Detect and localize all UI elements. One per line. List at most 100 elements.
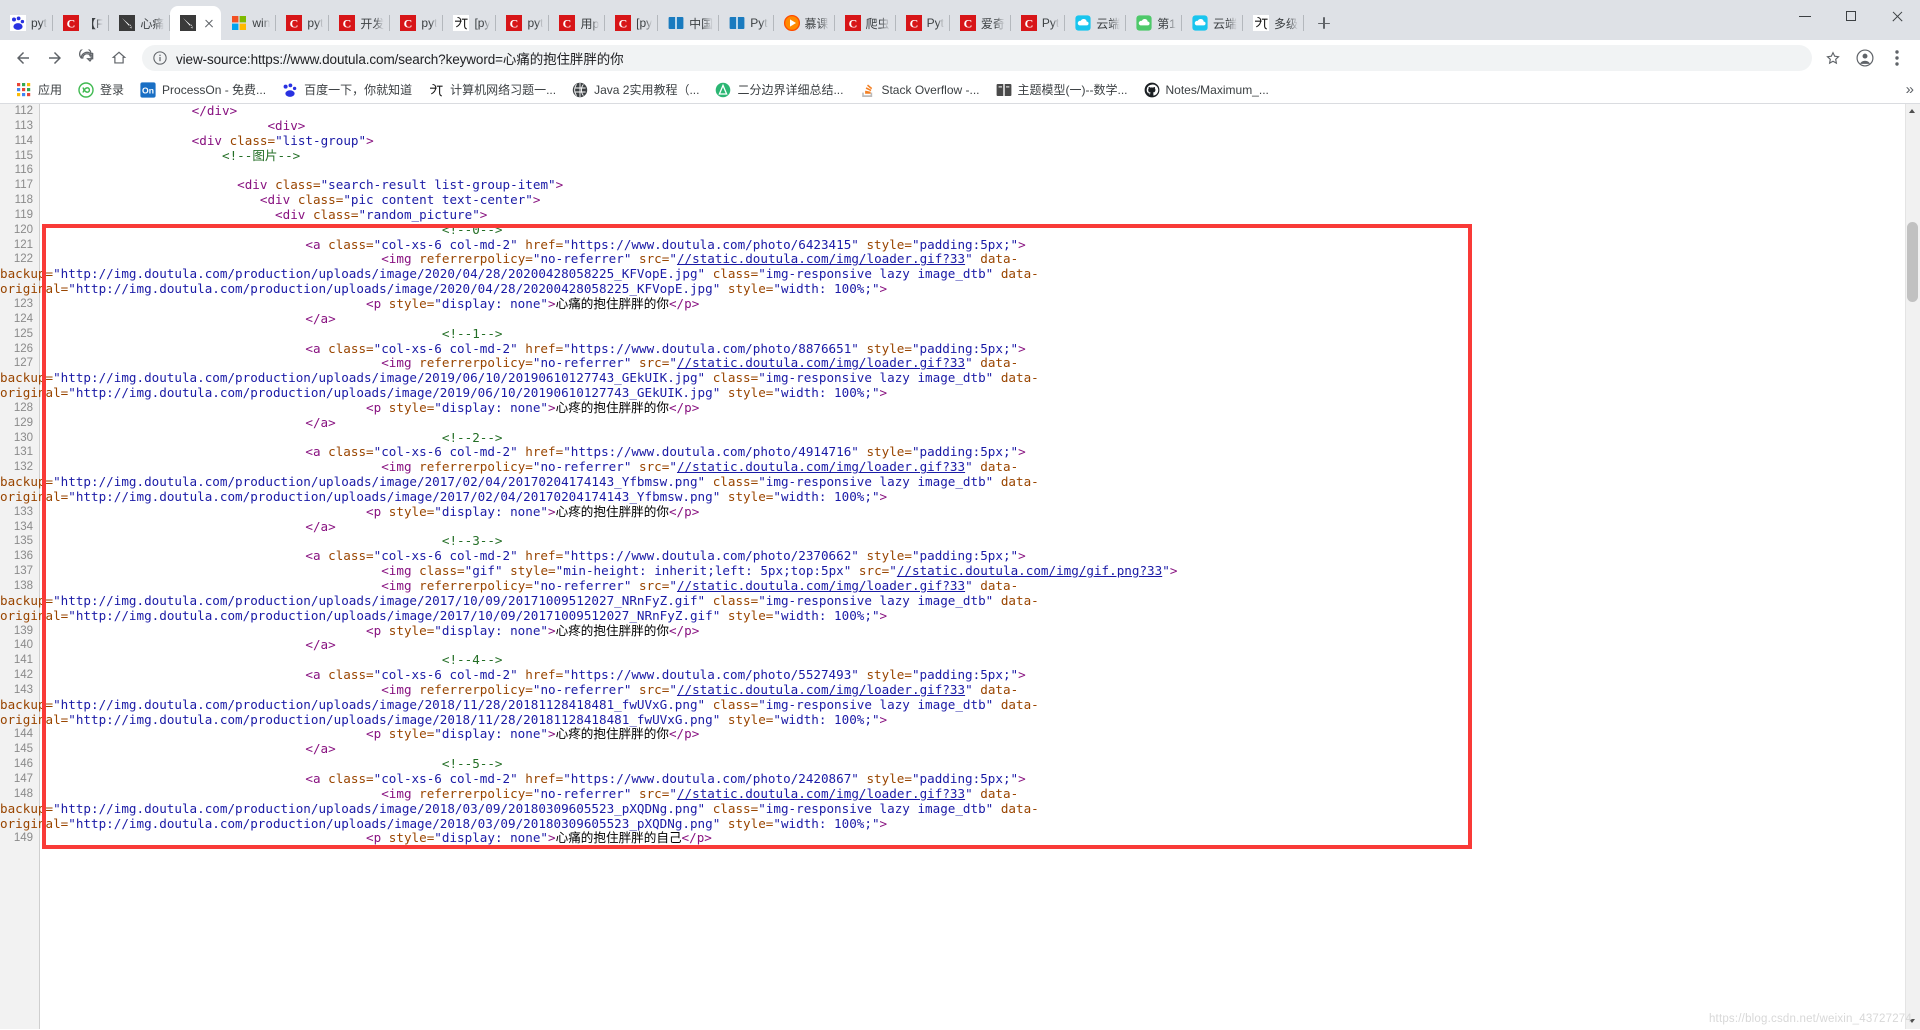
- browser-tab[interactable]: C 【F: [53, 6, 110, 40]
- source-link[interactable]: //static.doutula.com/img/gif.png?33: [897, 563, 1162, 578]
- github-icon: [1144, 82, 1160, 98]
- bookmark-label: Java 2实用教程（...: [594, 83, 700, 97]
- browser-tab[interactable]: 云端: [1065, 6, 1127, 40]
- url-text[interactable]: view-source:https://www.doutula.com/sear…: [176, 48, 624, 68]
- source-line-wrapped: backup="http://img.doutula.com/productio…: [0, 474, 1920, 490]
- source-token: "http://img.doutula.com/production/uploa…: [68, 607, 721, 623]
- close-tab-icon[interactable]: [201, 15, 217, 31]
- reload-button[interactable]: [72, 43, 102, 73]
- info-circle-icon[interactable]: [152, 50, 168, 66]
- bookmark-item[interactable]: Notes/Maximum_...: [1136, 79, 1277, 101]
- bookmarks-overflow-button[interactable]: »: [1906, 81, 1914, 98]
- source-token: [40, 355, 381, 370]
- forward-button[interactable]: [40, 43, 70, 73]
- source-link[interactable]: //static.doutula.com/img/loader.gif?33: [677, 786, 965, 801]
- avatar-icon: [1856, 49, 1874, 67]
- source-line: 143 <img referrerpolicy="no-referrer" sr…: [0, 682, 1920, 698]
- bookmark-item[interactable]: Stack Overflow -...: [851, 79, 987, 101]
- bookmark-item[interactable]: 计算机网络习题一...: [420, 78, 564, 101]
- source-token: <div: [259, 192, 298, 208]
- tab-title: 用p: [580, 16, 600, 31]
- source-token: "list-group": [275, 132, 367, 148]
- source-token: style=: [858, 770, 912, 786]
- source-link[interactable]: //static.doutula.com/img/loader.gif?33: [677, 251, 965, 267]
- browser-tab-active[interactable]: [170, 6, 222, 40]
- source-token: [40, 682, 381, 697]
- browser-tab[interactable]: C 开发: [329, 6, 391, 40]
- browser-tab[interactable]: 云端: [1182, 6, 1243, 40]
- bookmark-label: 百度一下，你就知道: [304, 83, 413, 97]
- browser-tab[interactable]: C [py: [605, 6, 659, 40]
- browser-tab[interactable]: C 用p: [549, 6, 606, 40]
- source-token: "http://img.doutula.com/production/uploa…: [68, 488, 721, 504]
- browser-tab[interactable]: 第1: [1126, 6, 1182, 40]
- bookmark-item[interactable]: 主题模型(一)--数学...: [988, 78, 1136, 101]
- minimize-window-button[interactable]: [1782, 0, 1828, 32]
- source-line-text: <!--1-->: [40, 326, 1920, 342]
- browser-tab[interactable]: win: [221, 6, 277, 40]
- bookmark-item[interactable]: 二分边界详细总结...: [707, 78, 851, 101]
- browser-tab[interactable]: 多级: [1243, 6, 1304, 40]
- browser-tab[interactable]: 慕课: [774, 6, 835, 40]
- new-tab-button[interactable]: [1310, 9, 1338, 37]
- browser-tab[interactable]: C 爱奇: [950, 6, 1011, 40]
- source-line-text: backup="http://img.doutula.com/productio…: [0, 697, 1920, 713]
- source-token: style=: [720, 815, 774, 831]
- browser-tab[interactable]: Cpyt: [496, 6, 550, 40]
- back-button[interactable]: [8, 43, 38, 73]
- tab-title: 云端: [1096, 16, 1121, 31]
- bookmark-star-button[interactable]: [1818, 43, 1848, 73]
- source-token: "col-xs-6 col-md-2": [373, 444, 518, 460]
- source-token: "col-xs-6 col-md-2": [373, 667, 518, 683]
- source-token: [40, 415, 305, 430]
- browser-tab[interactable]: C Pyt: [1011, 6, 1066, 40]
- browser-tab[interactable]: [py: [443, 6, 497, 40]
- browser-tab[interactable]: Cpyt: [390, 6, 444, 40]
- source-line-text: <!--5-->: [40, 756, 1920, 772]
- bookmark-item[interactable]: Java 2实用教程（...: [564, 78, 707, 101]
- source-code[interactable]: 112 </div> 113 <div> 114 <div class="list-…: [0, 104, 1920, 1029]
- source-link[interactable]: //static.doutula.com/img/loader.gif?33: [677, 578, 965, 593]
- browser-tab[interactable]: Pyt: [719, 6, 774, 40]
- chrome-menu-button[interactable]: [1882, 43, 1912, 73]
- browser-tab[interactable]: C 爬虫: [835, 6, 896, 40]
- source-line-text: </div>: [40, 104, 1920, 119]
- maximize-window-button[interactable]: [1828, 0, 1874, 32]
- home-button[interactable]: [104, 43, 134, 73]
- source-line-text: <a class="col-xs-6 col-md-2" href="https…: [40, 667, 1920, 683]
- green-circle-icon: [716, 82, 731, 97]
- source-link[interactable]: //static.doutula.com/img/loader.gif?33: [677, 682, 965, 697]
- bookmark-item[interactable]: 应用: [8, 78, 70, 101]
- source-line-text: backup="http://img.doutula.com/productio…: [0, 474, 1920, 490]
- bookmark-label: 应用: [38, 83, 63, 97]
- source-token: >: [548, 295, 556, 311]
- bookmark-item[interactable]: 百度一下，你就知道: [274, 78, 420, 101]
- close-window-button[interactable]: [1874, 0, 1920, 32]
- address-bar[interactable]: view-source:https://www.doutula.com/sear…: [142, 45, 1812, 71]
- bookmark-item[interactable]: 登录: [70, 78, 132, 101]
- profile-button[interactable]: [1850, 43, 1880, 73]
- source-link[interactable]: //static.doutula.com/img/loader.gif?33: [677, 459, 965, 474]
- browser-tab[interactable]: Cpyt: [276, 6, 330, 40]
- source-token: href=: [517, 236, 564, 252]
- browser-tab[interactable]: 心痛: [109, 6, 171, 40]
- bookmark-item[interactable]: On ProcessOn - 免费...: [132, 78, 274, 101]
- source-link[interactable]: //static.doutula.com/img/loader.gif?33: [677, 355, 965, 370]
- scrollbar-thumb[interactable]: [1907, 222, 1918, 302]
- line-number: 137: [13, 565, 33, 578]
- browser-tab[interactable]: pyt: [0, 6, 54, 40]
- source-token: 心痛的抱住胖胖的自己: [555, 830, 682, 846]
- vertical-scrollbar[interactable]: [1905, 104, 1920, 1029]
- source-token: src=: [631, 578, 670, 593]
- csdn-favicon: C: [506, 15, 523, 31]
- scroll-up-button[interactable]: [1905, 104, 1920, 119]
- browser-tab[interactable]: C Pyt: [896, 6, 950, 40]
- source-token: >: [1018, 340, 1026, 356]
- source-line: 115 <!--图片-->: [0, 148, 1920, 164]
- source-token: class=: [229, 132, 276, 148]
- source-line: 142 <a class="col-xs-6 col-md-2" href="h…: [0, 667, 1920, 683]
- source-token: "width: 100%;": [773, 815, 880, 831]
- source-token: "https://www.doutula.com/photo/2420867": [563, 770, 859, 786]
- browser-tab[interactable]: 中国: [658, 6, 720, 40]
- source-token: "padding:5px;": [911, 444, 1019, 460]
